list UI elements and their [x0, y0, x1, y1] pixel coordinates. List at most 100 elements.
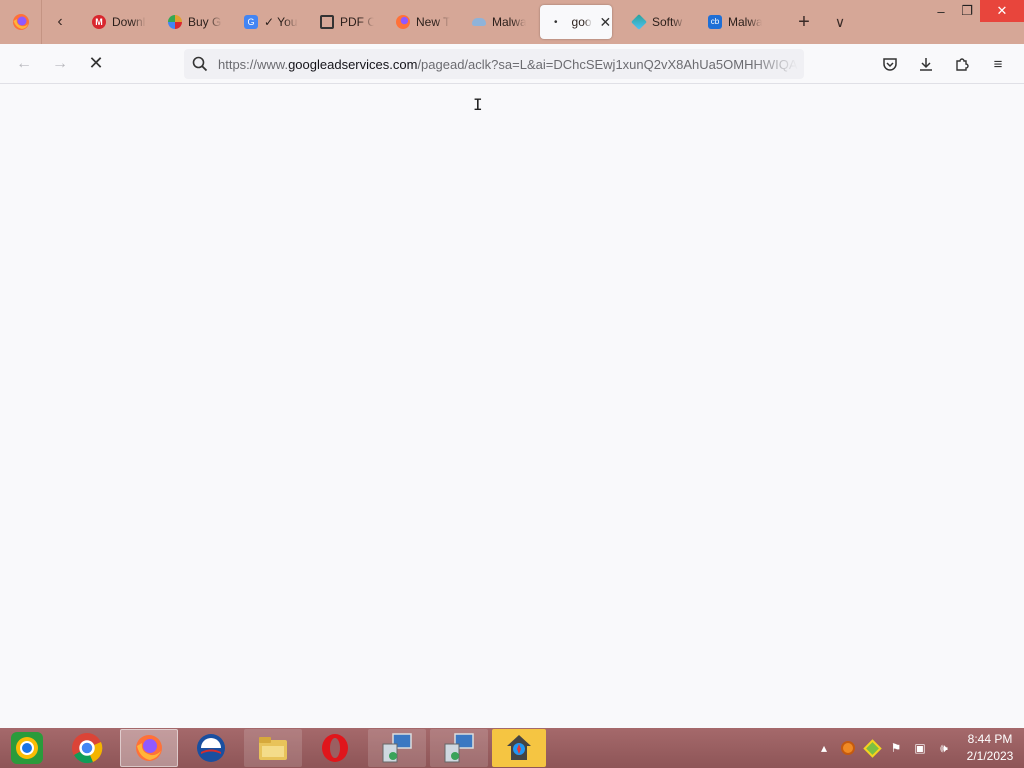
tray-app-2[interactable] — [860, 728, 884, 768]
chevron-up-icon: ▴ — [820, 741, 828, 755]
green-diamond-icon — [862, 738, 882, 758]
chrome-icon — [72, 733, 103, 764]
tab-3[interactable]: PDF C — [306, 5, 382, 39]
minimize-button[interactable]: – — [928, 0, 954, 22]
pocket-icon — [883, 58, 897, 71]
tab-title: New T — [416, 15, 450, 29]
url-domain: googleadservices.com — [288, 56, 418, 72]
tab-1[interactable]: Buy Go — [154, 5, 230, 39]
obama-icon — [197, 734, 225, 762]
taskbar-security-app[interactable] — [492, 729, 546, 767]
tab-strip: ‹ M Downl Buy Go G ✓ You PDF C New T Mal… — [0, 0, 1024, 44]
firefox-view-button[interactable] — [0, 0, 42, 44]
loading-dot-icon: • — [554, 16, 558, 28]
close-window-button[interactable]: ✕ — [980, 0, 1024, 22]
opera-icon — [322, 734, 348, 762]
search-icon — [192, 56, 208, 72]
tab-0[interactable]: M Downl — [78, 5, 154, 39]
firefox-icon — [12, 14, 29, 30]
taskbar-chrome-os[interactable] — [0, 729, 54, 767]
google-translate-icon: G — [244, 15, 258, 29]
taskbar-remote-desktop-2[interactable] — [430, 729, 488, 767]
clock[interactable]: 8:44 PM 2/1/2023 — [956, 731, 1024, 765]
tray-app-1[interactable] — [836, 728, 860, 768]
tab-title: Softw — [652, 15, 683, 29]
action-center-button[interactable]: ⚑ — [884, 728, 908, 768]
security-app-icon — [507, 735, 531, 760]
remote-desktop-icon — [382, 733, 412, 763]
clock-date: 2/1/2023 — [966, 749, 1014, 763]
extensions-button[interactable] — [944, 44, 980, 84]
url-text[interactable]: https://www.googleadservices.com/pagead/… — [218, 57, 798, 72]
app-menu-button[interactable]: ≡ — [980, 44, 1016, 84]
taskbar-chrome[interactable] — [58, 729, 116, 767]
downloads-button[interactable] — [908, 44, 944, 84]
forward-button[interactable]: → — [42, 44, 78, 84]
firefox-icon — [396, 15, 410, 29]
close-icon: ✕ — [996, 3, 1008, 18]
tab-8[interactable]: cb Malwa — [694, 5, 770, 39]
hamburger-icon: ≡ — [993, 55, 1003, 73]
file-explorer-icon — [259, 737, 287, 760]
scroll-tabs-left-button[interactable]: ‹ — [42, 0, 78, 44]
restore-icon: ❐ — [961, 3, 973, 18]
download-icon — [920, 58, 932, 71]
gem-icon — [631, 14, 647, 30]
chevron-down-icon: ∨ — [834, 13, 846, 30]
tab-7[interactable]: Softw — [618, 5, 694, 39]
taskbar-obama[interactable] — [182, 729, 240, 767]
remote-desktop-icon — [444, 733, 474, 763]
window-controls: – ❐ ✕ — [928, 0, 1024, 22]
show-hidden-icons-button[interactable]: ▴ — [812, 728, 836, 768]
tab-title: ✓ You — [264, 15, 298, 29]
stop-icon: ✕ — [88, 53, 104, 73]
taskbar-file-explorer[interactable] — [244, 729, 302, 767]
flag-icon: ⚑ — [890, 741, 902, 755]
tab-6-active[interactable]: • goo ✕ — [540, 5, 612, 39]
stop-loading-button[interactable]: ✕ — [78, 44, 114, 84]
url-bar[interactable]: https://www.googleadservices.com/pagead/… — [184, 49, 804, 79]
minimize-icon: – — [937, 3, 945, 19]
url-prefix: https://www. — [218, 56, 289, 72]
windows-taskbar: ▴ ⚑ ▣ 🕪 8:44 PM 2/1/2023 — [0, 728, 1024, 768]
tab-4[interactable]: New T — [382, 5, 458, 39]
firefox-icon — [136, 735, 162, 761]
tab-title: Malwa — [492, 15, 526, 29]
volume-button[interactable]: 🕪 — [932, 728, 956, 768]
tab-list: M Downl Buy Go G ✓ You PDF C New T Malwa… — [78, 0, 770, 44]
close-tab-icon[interactable]: ✕ — [600, 14, 612, 31]
text-cursor-icon: I — [473, 95, 483, 114]
mega-icon: M — [92, 15, 106, 29]
taskbar-firefox[interactable] — [120, 729, 178, 767]
cloud-icon — [472, 18, 486, 26]
navigation-toolbar: ← → ✕ https://www.googleadservices.com/p… — [0, 44, 1024, 84]
tab-title: goo — [571, 15, 592, 29]
tab-5[interactable]: Malwa — [458, 5, 534, 39]
tab-title: PDF C — [340, 15, 374, 29]
chrome-os-icon — [11, 732, 43, 764]
arrow-right-icon: → — [52, 54, 68, 72]
new-tab-button[interactable]: + — [786, 0, 822, 44]
taskbar-remote-desktop-1[interactable] — [368, 729, 426, 767]
network-icon: ▣ — [914, 741, 926, 755]
restore-button[interactable]: ❐ — [954, 0, 980, 22]
url-path: /pagead/aclk?sa=L&ai=DChcSEwj1xunQ2vX8Ah… — [417, 56, 798, 72]
tab-title: Malwa — [728, 15, 762, 29]
toolbar-right: ≡ — [872, 44, 1016, 84]
system-tray: ▴ ⚑ ▣ 🕪 8:44 PM 2/1/2023 — [812, 728, 1024, 768]
arrow-left-icon: ← — [16, 54, 32, 72]
speaker-icon: 🕪 — [940, 740, 948, 755]
page-content[interactable]: I — [0, 85, 1024, 728]
pocket-button[interactable] — [872, 44, 908, 84]
back-button[interactable]: ← — [6, 44, 42, 84]
tab-2[interactable]: G ✓ You — [230, 5, 306, 39]
tab-title: Buy Go — [188, 15, 222, 29]
taskbar-opera[interactable] — [306, 729, 364, 767]
chevron-left-icon: ‹ — [57, 13, 63, 30]
plus-icon: + — [798, 10, 810, 33]
cb-icon: cb — [708, 15, 722, 29]
printer-icon — [320, 15, 334, 29]
network-button[interactable]: ▣ — [908, 728, 932, 768]
list-all-tabs-button[interactable]: ∨ — [822, 0, 858, 44]
pinwheel-icon — [168, 15, 182, 29]
